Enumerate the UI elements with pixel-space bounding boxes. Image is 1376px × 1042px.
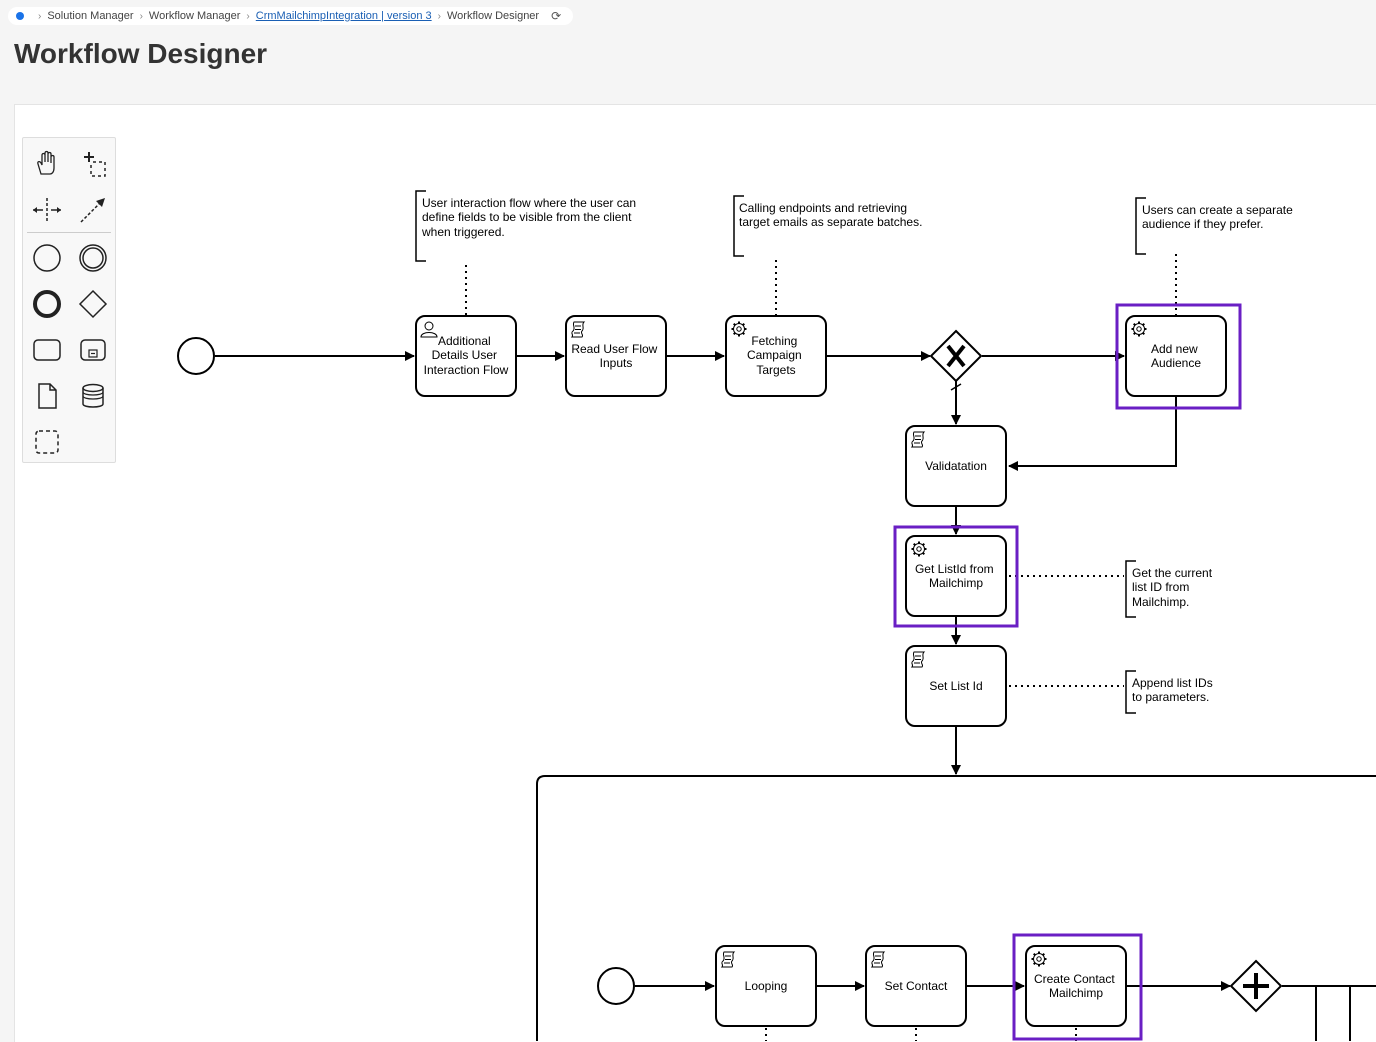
- palette-separator: [27, 232, 111, 233]
- service-task-icon: [1130, 320, 1148, 338]
- task-label: Looping: [745, 979, 788, 993]
- task-looping[interactable]: Looping: [715, 945, 817, 1027]
- space-tool-icon[interactable]: [29, 192, 65, 228]
- annotation-a5: Append list IDs to parameters.: [1132, 676, 1216, 704]
- script-task-icon: [871, 951, 885, 968]
- start-event-icon[interactable]: [29, 240, 65, 276]
- service-task-icon: [1030, 950, 1048, 968]
- annotation-a4: Get the current list ID from Mailchimp.: [1132, 566, 1215, 609]
- end-event-icon[interactable]: [29, 286, 65, 322]
- data-store-icon[interactable]: [75, 378, 111, 414]
- task-set-list-id[interactable]: Set List Id: [905, 645, 1007, 727]
- task-fetching-campaign-targets[interactable]: Fetching Campaign Targets: [725, 315, 827, 397]
- partial-shape-right: [1315, 986, 1351, 1041]
- hand-tool-icon[interactable]: [29, 146, 65, 182]
- script-task-icon: [911, 431, 925, 448]
- service-task-icon: [730, 320, 748, 338]
- start-event[interactable]: [177, 337, 215, 375]
- task-validatation[interactable]: Validatation: [905, 425, 1007, 507]
- task-get-listid-from-mailchimp[interactable]: Get ListId from Mailchimp: [905, 535, 1007, 617]
- task-read-user-flow-inputs[interactable]: Read User Flow Inputs: [565, 315, 667, 397]
- annotation-a3: Users can create a separate audience if …: [1142, 203, 1296, 231]
- exclusive-gateway[interactable]: [929, 329, 983, 383]
- connect-tool-icon[interactable]: [75, 192, 111, 228]
- task-add-new-audience[interactable]: Add new Audience: [1125, 315, 1227, 397]
- annotation-a2: Calling endpoints and retrieving target …: [739, 201, 922, 229]
- task-icon[interactable]: [29, 332, 65, 368]
- task-create-contact-mailchimp[interactable]: Create Contact Mailchimp: [1025, 945, 1127, 1027]
- script-task-icon: [571, 321, 585, 338]
- lasso-tool-icon[interactable]: [75, 146, 111, 182]
- task-additional-details[interactable]: Additional Details User Interaction Flow: [415, 315, 517, 397]
- service-task-icon: [910, 540, 928, 558]
- sequence-flows: [215, 351, 1376, 991]
- intermediate-event-icon[interactable]: [75, 240, 111, 276]
- annotation-a1: User interaction flow where the user can…: [421, 196, 639, 239]
- data-object-icon[interactable]: [29, 378, 65, 414]
- group-icon[interactable]: [29, 424, 65, 460]
- bpmn-diagram: User interaction flow where the user can…: [177, 190, 1376, 1041]
- subprocess-start-event[interactable]: [597, 967, 635, 1005]
- text-annotations: [415, 190, 1146, 714]
- gateway-icon[interactable]: [75, 286, 111, 322]
- tool-palette: [22, 137, 116, 463]
- task-label: Set Contact: [885, 979, 948, 993]
- task-label: Add new Audience: [1151, 342, 1201, 370]
- task-set-contact[interactable]: Set Contact: [865, 945, 967, 1027]
- script-task-icon: [721, 951, 735, 968]
- parallel-gateway[interactable]: [1229, 959, 1283, 1013]
- task-label: Validatation: [925, 459, 987, 473]
- script-task-icon: [911, 651, 925, 668]
- task-label: Set List Id: [929, 679, 982, 693]
- subprocess-icon[interactable]: [75, 332, 111, 368]
